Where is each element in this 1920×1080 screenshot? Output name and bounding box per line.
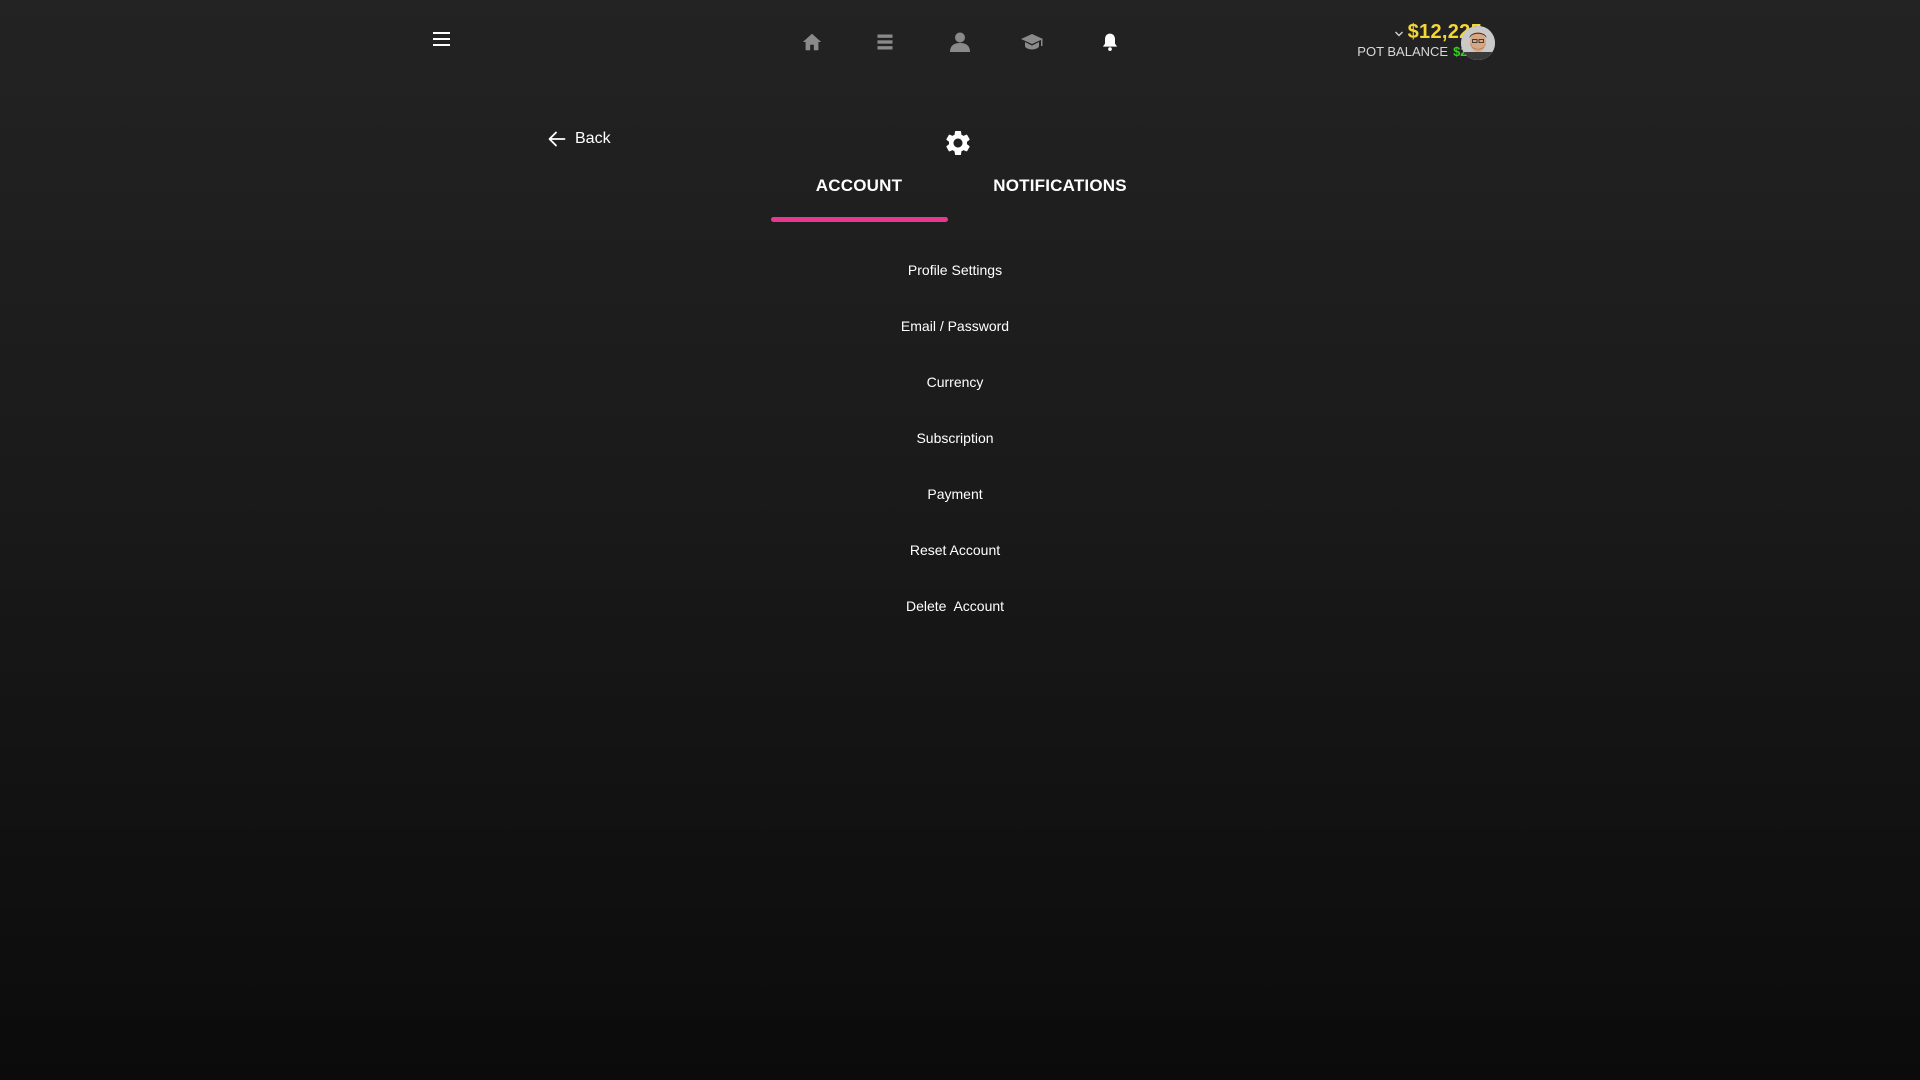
- bell-icon[interactable]: [1093, 25, 1127, 59]
- hamburger-menu-icon[interactable]: [428, 26, 454, 52]
- menu-item-profile-settings[interactable]: Profile Settings: [820, 262, 1090, 318]
- chevron-down-icon[interactable]: [1394, 29, 1404, 39]
- menu-item-payment[interactable]: Payment: [820, 486, 1090, 542]
- graduation-cap-icon[interactable]: [1015, 25, 1049, 59]
- user-avatar[interactable]: [1461, 26, 1495, 60]
- menu-item-delete-account[interactable]: Delete Account: [820, 598, 1090, 654]
- active-tab-indicator: [771, 217, 948, 222]
- back-button[interactable]: Back: [548, 130, 611, 148]
- home-icon[interactable]: [795, 25, 829, 59]
- gear-icon: [943, 128, 973, 158]
- settings-tabs: ACCOUNT NOTIFICATIONS: [770, 176, 1150, 224]
- top-bar: $12,225 POT BALANCE $235: [0, 0, 1920, 86]
- menu-item-currency[interactable]: Currency: [820, 374, 1090, 430]
- menu-item-subscription[interactable]: Subscription: [820, 430, 1090, 486]
- arrow-left-icon: [548, 131, 566, 147]
- tab-notifications[interactable]: NOTIFICATIONS: [970, 176, 1150, 196]
- pot-balance-label: POT BALANCE: [1357, 44, 1449, 59]
- back-label: Back: [575, 130, 611, 147]
- tab-account[interactable]: ACCOUNT: [770, 176, 948, 196]
- menu-item-email-password[interactable]: Email / Password: [820, 318, 1090, 374]
- menu-item-reset-account[interactable]: Reset Account: [820, 542, 1090, 598]
- list-icon[interactable]: [868, 25, 902, 59]
- main-nav: [795, 25, 1125, 59]
- account-menu: Profile Settings Email / Password Curren…: [820, 262, 1090, 654]
- user-icon[interactable]: [943, 25, 977, 59]
